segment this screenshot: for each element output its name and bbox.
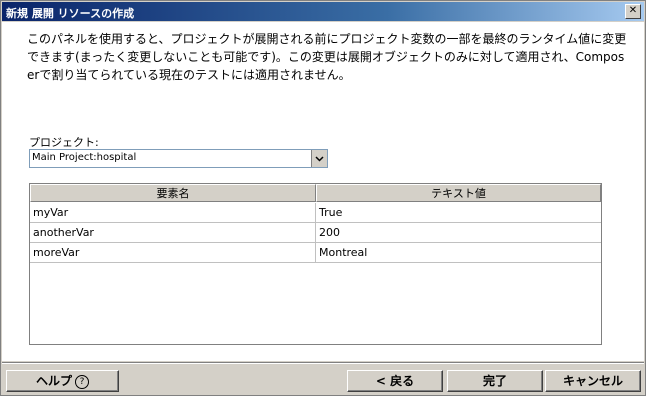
column-header-text-value[interactable]: テキスト値	[316, 184, 601, 202]
help-button-label: ヘルプ	[35, 374, 72, 388]
cell-text-value[interactable]: True	[316, 203, 601, 223]
title-bar[interactable]: 新規 展開 リソースの作成 ✕	[2, 2, 644, 21]
help-button[interactable]: ヘルプ?	[6, 370, 119, 392]
footer-divider	[2, 362, 644, 364]
table-header: 要素名 テキスト値	[30, 184, 601, 203]
project-select[interactable]: Main Project:hospital	[29, 149, 328, 168]
finish-button[interactable]: 完了	[447, 370, 543, 392]
column-header-element-name[interactable]: 要素名	[30, 184, 316, 202]
back-button[interactable]: < 戻る	[347, 370, 443, 392]
cell-text-value[interactable]: Montreal	[316, 243, 601, 263]
cell-element-name[interactable]: anotherVar	[30, 223, 316, 243]
table-row[interactable]: moreVar Montreal	[30, 243, 601, 263]
cell-element-name[interactable]: myVar	[30, 203, 316, 223]
table-row[interactable]: anotherVar 200	[30, 223, 601, 243]
window-title: 新規 展開 リソースの作成	[6, 7, 135, 20]
dropdown-button[interactable]	[311, 150, 327, 167]
description-line: できます(まったく変更しないことも可能です)。この変更は展開オブジェクトのみに対…	[27, 50, 625, 64]
description-text: このパネルを使用すると、プロジェクトが展開される前にプロジェクト変数の一部を最終…	[27, 30, 632, 84]
chevron-down-icon	[315, 155, 324, 162]
variables-table: 要素名 テキスト値 myVar True anotherVar 200 more…	[29, 183, 602, 345]
description-line: このパネルを使用すると、プロジェクトが展開される前にプロジェクト変数の一部を最終…	[27, 32, 627, 46]
project-select-value: Main Project:hospital	[32, 152, 137, 163]
close-icon: ✕	[628, 5, 638, 16]
content-panel: このパネルを使用すると、プロジェクトが展開される前にプロジェクト変数の一部を最終…	[2, 22, 644, 361]
cell-element-name[interactable]: moreVar	[30, 243, 316, 263]
help-icon: ?	[75, 374, 89, 389]
table-row[interactable]: myVar True	[30, 203, 601, 223]
dialog-window: 新規 展開 リソースの作成 ✕ このパネルを使用すると、プロジェクトが展開される…	[0, 0, 646, 396]
cell-text-value[interactable]: 200	[316, 223, 601, 243]
project-label: プロジェクト:	[29, 136, 99, 149]
description-line: erで割り当てられている現在のテストには適用されません。	[27, 68, 351, 82]
cancel-button[interactable]: キャンセル	[545, 370, 641, 392]
close-button[interactable]: ✕	[625, 4, 641, 19]
